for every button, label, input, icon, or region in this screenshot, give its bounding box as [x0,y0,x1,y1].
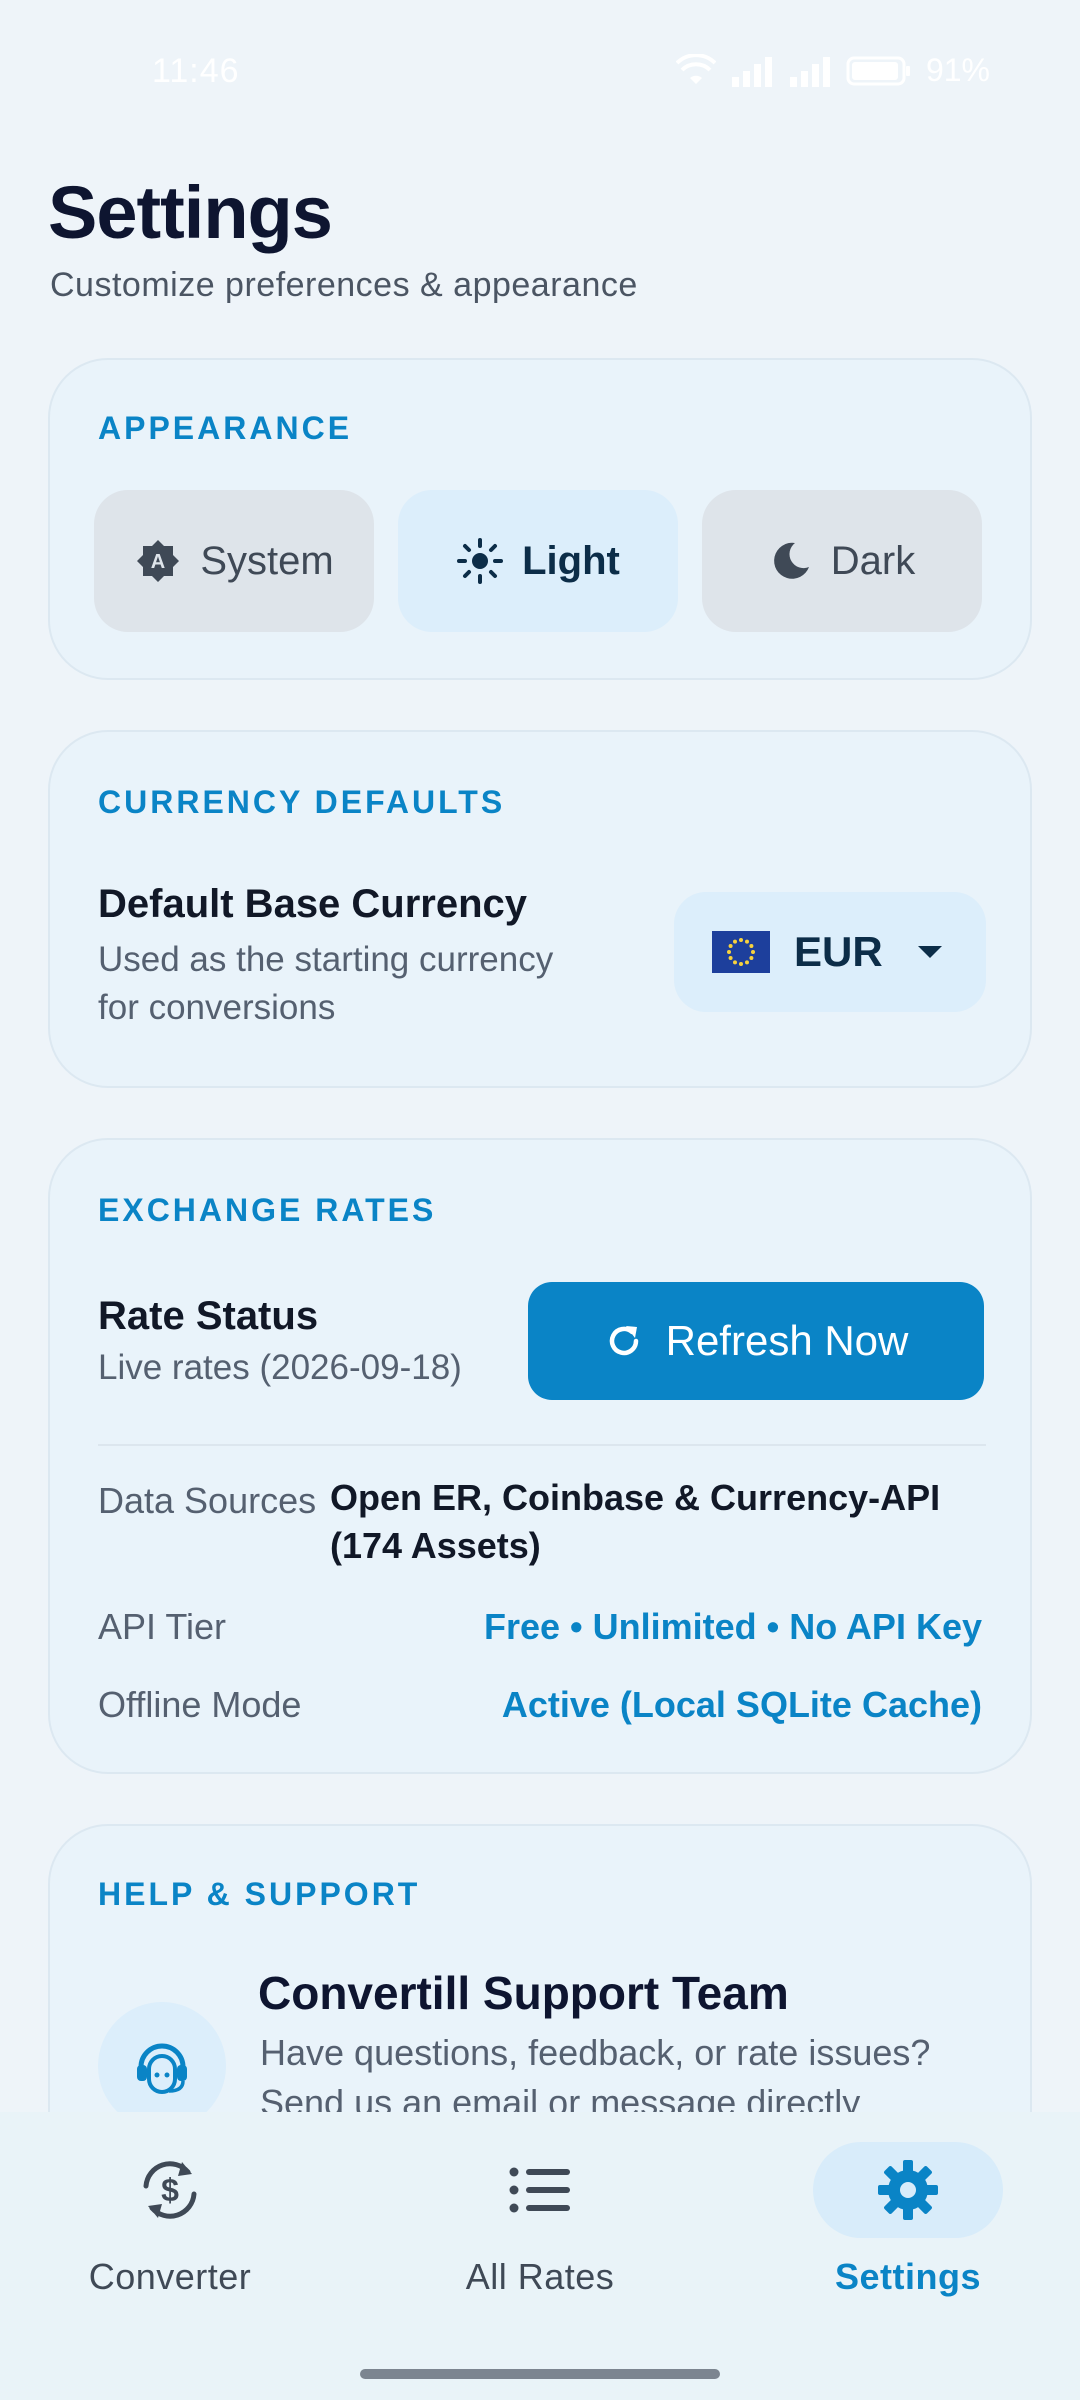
nav-item-all-rates[interactable]: All Rates [390,2142,690,2322]
nav-label: Settings [834,2256,981,2297]
svg-text:$: $ [161,2172,179,2208]
status-bar: 11:46 91% [0,0,1080,140]
page-title: Settings [48,171,333,254]
currency-exchange-icon: $ [143,2161,197,2219]
sun-icon [457,538,504,584]
theme-option-system[interactable]: A System [94,490,374,632]
default-currency-desc-line2: for conversions [98,988,336,1027]
theme-option-label: System [200,538,334,583]
refresh-now-button[interactable]: Refresh Now [528,1282,984,1400]
nav-icon-container: $ [75,2142,265,2238]
battery-percent: 91% [925,52,990,88]
eu-flag-icon [712,931,770,973]
default-currency-desc-line1: Used as the starting currency [98,940,554,979]
currency-code: EUR [794,928,883,975]
page-subtitle: Customize preferences & appearance [50,266,638,304]
nav-item-settings[interactable]: Settings [758,2142,1058,2322]
refresh-now-label: Refresh Now [665,1317,909,1364]
data-sources-value-line2: (174 Assets) [330,1525,541,1566]
divider [98,1444,986,1446]
nav-icon-container [813,2142,1003,2238]
offline-mode-value: Active (Local SQLite Cache) [501,1684,982,1725]
battery-icon [846,56,910,85]
signal-icon [789,56,830,87]
support-team-title: Convertill Support Team [258,1967,789,2019]
list-icon [509,2167,570,2213]
currency-card: CURRENCY DEFAULTS Default Base Currency … [48,730,1032,1088]
status-icons: 91% [675,52,990,89]
gear-icon [878,2160,938,2220]
rate-status-desc: Live rates (2026-09-18) [98,1348,462,1387]
default-currency-title: Default Base Currency [98,882,528,926]
data-sources-value-line1: Open ER, Coinbase & Currency-API [330,1477,941,1518]
auto-brightness-icon: A [137,540,180,582]
wifi-icon [675,53,716,84]
nav-icon-container [445,2142,635,2238]
currency-dropdown[interactable]: EUR [674,892,986,1012]
nav-label: All Rates [465,2256,615,2297]
theme-option-light[interactable]: Light [398,490,678,632]
data-sources-label: Data Sources [98,1480,317,1521]
moon-icon [773,542,809,579]
chevron-down-icon [917,946,942,958]
exchange-rates-card: EXCHANGE RATES Rate Status Live rates (2… [48,1138,1032,1774]
theme-option-label: Dark [830,538,916,583]
support-agent-icon [137,2043,187,2094]
api-tier-value: Free • Unlimited • No API Key [484,1606,982,1647]
nav-label: Converter [88,2256,252,2297]
refresh-icon [609,1326,638,1356]
section-label-currency: CURRENCY DEFAULTS [98,784,506,820]
support-desc-line1: Have questions, feedback, or rate issues… [260,2032,931,2073]
svg-text:A: A [151,551,165,573]
section-label-rates: EXCHANGE RATES [98,1192,437,1228]
rate-status-title: Rate Status [98,1294,319,1338]
theme-option-dark[interactable]: Dark [702,490,982,632]
appearance-card: APPEARANCE A System Light Dark [48,358,1032,680]
bottom-navigation: $ Converter All Rates Settings [0,2112,1080,2400]
status-time: 11:46 [152,52,240,90]
offline-mode-label: Offline Mode [98,1684,302,1725]
support-avatar [98,2002,226,2130]
section-label-appearance: APPEARANCE [98,410,353,446]
signal-icon [731,56,772,87]
theme-option-label: Light [522,538,620,583]
section-label-help: HELP & SUPPORT [98,1876,421,1912]
nav-item-converter[interactable]: $ Converter [20,2142,320,2322]
home-indicator[interactable] [360,2369,720,2379]
api-tier-label: API Tier [98,1606,227,1647]
